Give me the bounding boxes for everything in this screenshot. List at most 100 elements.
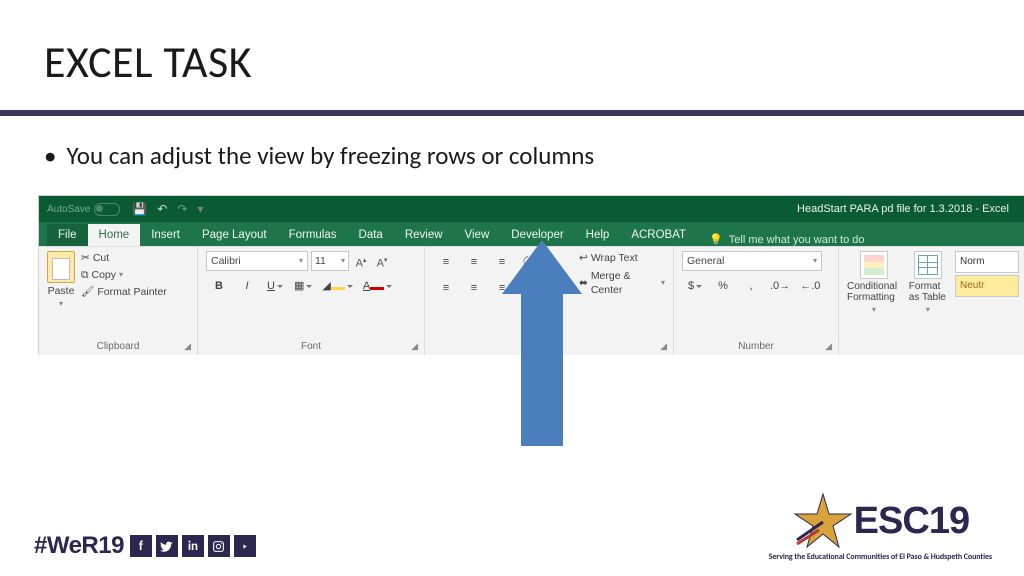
tab-acrobat[interactable]: ACROBAT [620,224,697,246]
brush-icon: 🖌 [81,285,94,299]
wrap-text-button[interactable]: ↩Wrap Text [579,251,665,265]
lightbulb-icon: 💡 [709,233,723,246]
bold-button[interactable]: B [206,275,232,297]
conditional-formatting-button[interactable]: Conditional Formatting▾ [847,251,901,314]
comma-format-button[interactable]: , [738,275,764,297]
style-neutral[interactable]: Neutr [955,275,1019,297]
arrow-shaft [521,294,563,446]
font-color-button[interactable]: A [359,275,396,297]
align-top-icon[interactable]: ≡ [433,251,459,273]
format-painter-label: Format Painter [97,285,166,299]
format-as-table-button[interactable]: Format as Table▾ [909,251,947,314]
chevron-down-icon: ▾ [119,268,123,282]
brand-esc: ESC [854,500,929,543]
redo-icon[interactable]: ↷ [177,202,187,216]
autosave-toggle[interactable]: AutoSave [47,203,120,216]
number-format-select[interactable]: General▾ [682,251,822,271]
paste-label: Paste [48,285,75,297]
group-number: General▾ $ % , .0→ ←.0 Number◢ [674,247,839,355]
conditional-formatting-icon [860,251,888,279]
group-label: Number◢ [682,339,830,355]
copy-icon: ⧉ [81,268,89,282]
youtube-icon[interactable] [234,535,256,557]
group-label [847,339,1019,355]
cond-label: Conditional Formatting [847,281,901,303]
dialog-launcher-icon[interactable]: ◢ [184,341,191,352]
font-size-select[interactable]: 11▾ [311,251,349,271]
title-rule [0,110,1024,116]
document-title: HeadStart PARA pd file for 1.3.2018 - Ex… [797,196,1009,222]
wrap-label: Wrap Text [591,251,638,265]
number-format-value: General [687,252,724,270]
brand-text: ESC19 [854,500,969,543]
paste-button[interactable]: Paste ▾ [47,251,75,308]
autosave-label: AutoSave [47,204,90,215]
copy-label: Copy [92,268,117,282]
tell-me-label: Tell me what you want to do [729,234,865,246]
italic-button[interactable]: I [234,275,260,297]
dialog-launcher-icon[interactable]: ◢ [825,341,832,352]
save-icon[interactable]: 💾 [132,202,147,216]
dialog-launcher-icon[interactable]: ◢ [660,341,667,352]
increase-font-icon[interactable]: A▴ [352,251,370,271]
brand-tagline: Serving the Educational Communities of E… [769,552,992,562]
increase-decimal-button[interactable]: .0→ [766,275,794,297]
footer-hashtag-block: #WeR19 f in [34,532,256,560]
tab-formulas[interactable]: Formulas [278,224,348,246]
table-label: Format as Table [909,281,947,303]
borders-button[interactable]: ▦ [290,275,316,297]
tab-review[interactable]: Review [394,224,454,246]
table-icon [914,251,942,279]
cell-styles-gallery[interactable]: Norm Neutr [955,251,1019,297]
tab-home[interactable]: Home [88,224,141,246]
font-size-value: 11 [315,252,326,270]
fill-color-button[interactable]: ◢ [318,275,356,297]
tell-me-search[interactable]: 💡 Tell me what you want to do [709,233,864,246]
dialog-launcher-icon[interactable]: ◢ [411,341,418,352]
undo-icon[interactable]: ↶ [157,202,167,216]
copy-button[interactable]: ⧉Copy ▾ [81,268,167,282]
linkedin-icon[interactable]: in [182,535,204,557]
merge-center-button[interactable]: ⬌Merge & Center ▾ [579,269,665,297]
bullet-text: You can adjust the view by freezing rows… [44,140,594,171]
group-label: Clipboard◢ [47,339,189,355]
brand-19: 19 [929,500,969,543]
tab-insert[interactable]: Insert [140,224,191,246]
facebook-icon[interactable]: f [130,535,152,557]
bucket-icon: ◢ [322,280,330,292]
underline-button[interactable]: U [262,275,288,297]
instagram-icon[interactable] [208,535,230,557]
merge-label: Merge & Center [591,269,658,297]
chevron-down-icon: ▾ [59,299,63,308]
quick-access-toolbar: AutoSave 💾 ↶ ↷ ▾ HeadStart PARA pd file … [39,196,1024,222]
decrease-decimal-button[interactable]: ←.0 [796,275,824,297]
tab-view[interactable]: View [454,224,501,246]
group-clipboard: Paste ▾ ✂Cut ⧉Copy ▾ 🖌Format Painter Cli… [39,247,198,355]
format-painter-button[interactable]: 🖌Format Painter [81,285,167,299]
cut-label: Cut [93,251,109,265]
borders-icon: ▦ [294,280,304,292]
tab-file[interactable]: File [47,224,88,246]
group-font: Calibri▾ 11▾ A▴ A▾ B I U ▦ ◢ A Font◢ [198,247,425,355]
align-center-icon[interactable]: ≡ [461,277,487,299]
percent-format-button[interactable]: % [710,275,736,297]
customize-qat-icon[interactable]: ▾ [197,202,203,216]
tab-page-layout[interactable]: Page Layout [191,224,278,246]
social-icons: f in [130,535,256,557]
accounting-format-button[interactable]: $ [682,275,708,297]
align-left-icon[interactable]: ≡ [433,277,459,299]
scissors-icon: ✂ [81,251,90,265]
toggle-off-icon [94,203,120,216]
paste-icon [47,251,75,283]
style-normal[interactable]: Norm [955,251,1019,273]
group-styles: Conditional Formatting▾ Format as Table▾… [839,247,1024,355]
font-name-select[interactable]: Calibri▾ [206,251,308,271]
arrow-head-icon [502,240,582,294]
slide-title: EXCEL TASK [44,35,252,89]
align-middle-icon[interactable]: ≡ [461,251,487,273]
tab-data[interactable]: Data [348,224,394,246]
decrease-font-icon[interactable]: A▾ [373,251,391,271]
cut-button[interactable]: ✂Cut [81,251,167,265]
callout-arrow [506,240,578,445]
twitter-icon[interactable] [156,535,178,557]
